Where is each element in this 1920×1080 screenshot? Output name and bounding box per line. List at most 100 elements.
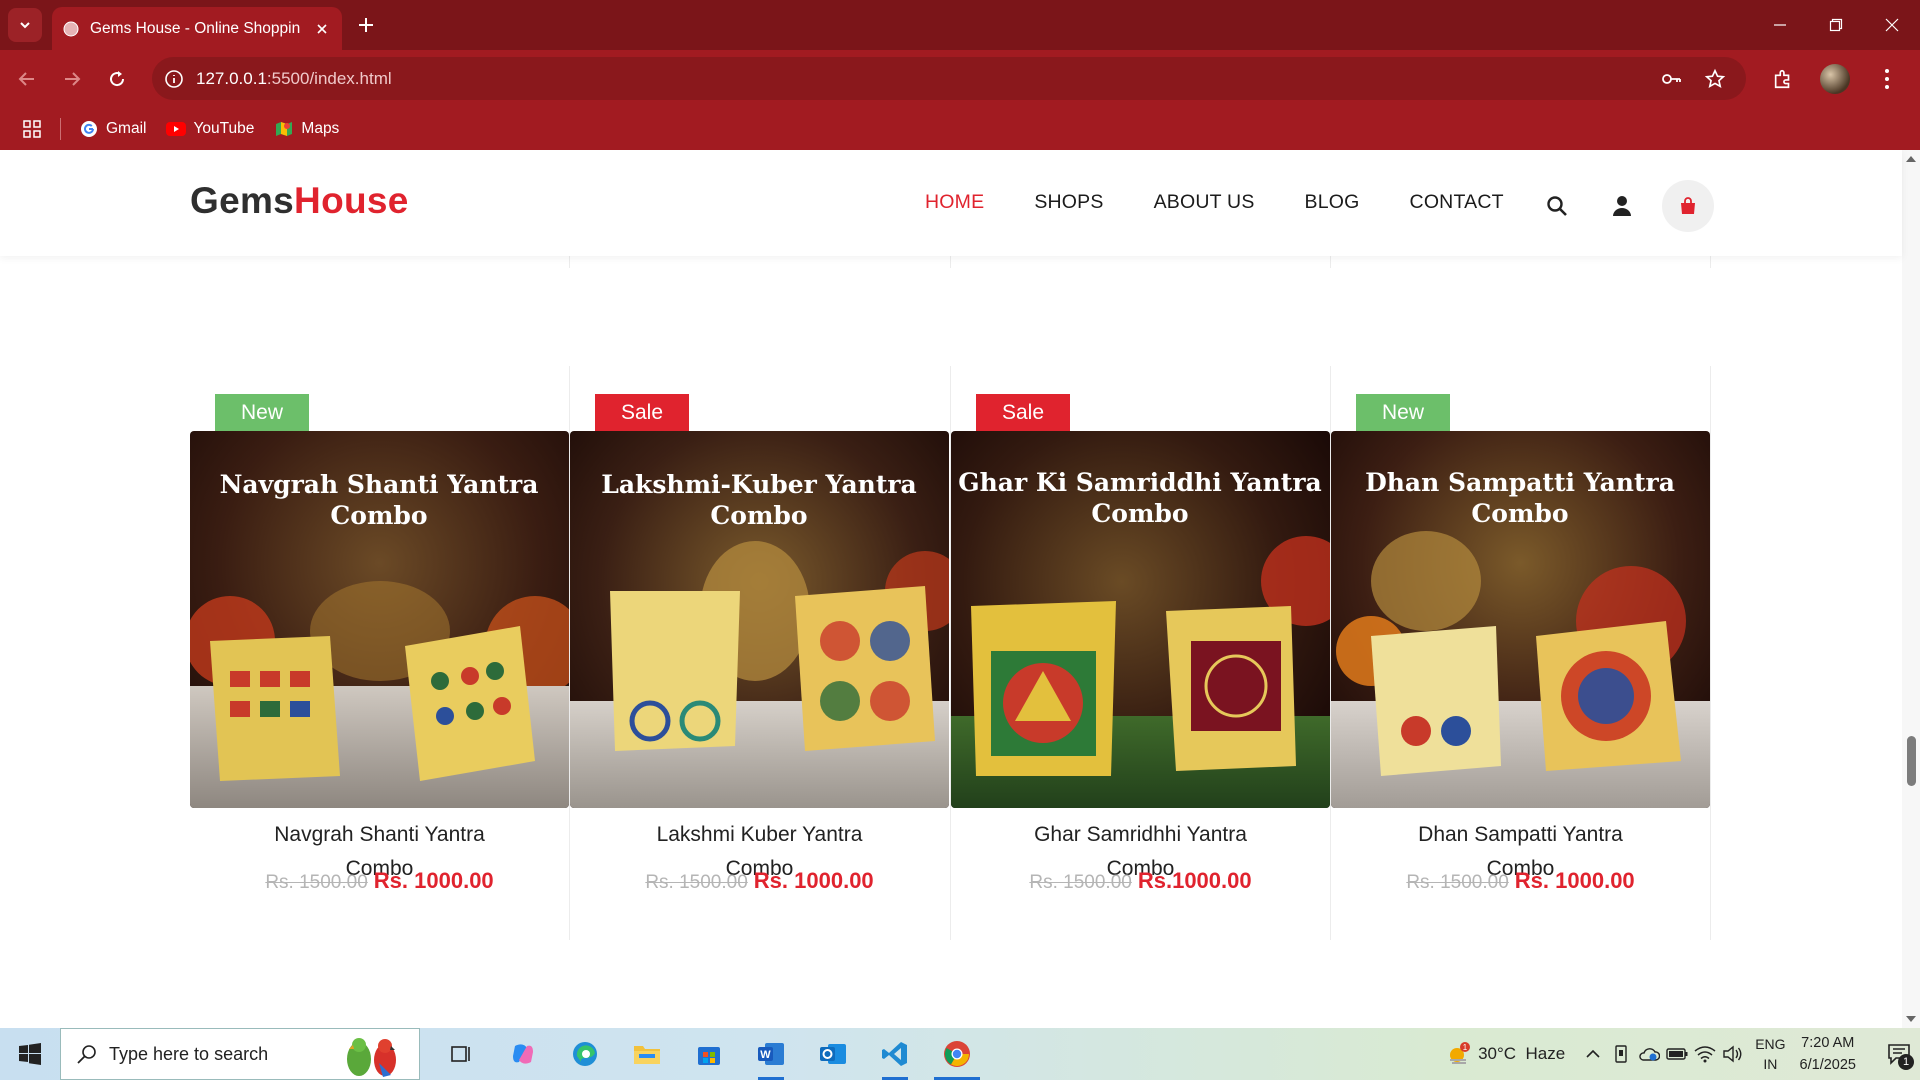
outlook-icon	[820, 1044, 846, 1064]
chrome-app[interactable]	[926, 1028, 988, 1080]
bookmark-maps[interactable]: Maps	[274, 119, 339, 139]
device-icon[interactable]	[1607, 1040, 1635, 1068]
taskbar-search[interactable]: Type here to search	[60, 1028, 420, 1080]
plus-icon	[359, 18, 373, 32]
outlook-app[interactable]	[802, 1028, 864, 1080]
search-icon[interactable]	[1537, 186, 1577, 226]
system-tray: 1 30°C Haze ENG IN 7:20 AM 6/1/2025 1	[1446, 1028, 1920, 1080]
chevron-up-icon[interactable]	[1579, 1040, 1607, 1068]
product-price: Rs. 1500.00 Rs. 1000.00	[570, 868, 949, 894]
product-price: Rs. 1500.00 Rs.1000.00	[951, 868, 1330, 894]
bookmark-star-icon[interactable]	[1702, 66, 1728, 92]
word-icon: W	[758, 1043, 784, 1065]
edge-app[interactable]	[554, 1028, 616, 1080]
notification-center-button[interactable]: 1	[1878, 1028, 1920, 1080]
old-price: Rs. 1500.00	[265, 872, 368, 893]
tab-search-button[interactable]	[8, 8, 42, 42]
sale-badge: Sale	[976, 394, 1070, 431]
bookmarks-divider	[60, 118, 61, 140]
close-tab-icon[interactable]	[312, 19, 332, 39]
svg-text:1: 1	[1463, 1043, 1468, 1052]
wifi-icon[interactable]	[1691, 1040, 1719, 1068]
profile-avatar[interactable]	[1820, 64, 1850, 94]
restore-button[interactable]	[1808, 0, 1864, 50]
scroll-thumb[interactable]	[1907, 736, 1916, 786]
battery-icon[interactable]	[1663, 1040, 1691, 1068]
browser-tab[interactable]: Gems House - Online Shopping	[52, 7, 342, 50]
image-title-line2: Combo	[1471, 499, 1568, 528]
old-price: Rs. 1500.00	[1406, 872, 1509, 893]
nav-home[interactable]: HOME	[925, 191, 984, 214]
close-icon	[1885, 18, 1899, 32]
google-icon	[79, 119, 99, 139]
bookmark-gmail[interactable]: Gmail	[79, 119, 146, 139]
back-button[interactable]	[12, 64, 42, 94]
page-scrollbar[interactable]	[1902, 150, 1920, 1028]
browser-toolbar: 127.0.0.1:5500/index.html	[0, 50, 1920, 108]
cart-bag-icon[interactable]	[1662, 180, 1714, 232]
restore-icon	[1829, 18, 1843, 32]
new-tab-button[interactable]	[352, 11, 380, 39]
scroll-down-icon[interactable]	[1906, 1016, 1916, 1022]
page-viewport: GemsHouse HOME SHOPS ABOUT US BLOG CONTA…	[0, 150, 1920, 1028]
extensions-icon[interactable]	[1768, 64, 1798, 94]
chrome-icon	[944, 1041, 970, 1067]
notification-count: 1	[1898, 1054, 1914, 1070]
globe-icon	[62, 20, 80, 38]
minimize-button[interactable]	[1752, 0, 1808, 50]
youtube-icon	[166, 119, 187, 139]
volume-icon[interactable]	[1719, 1040, 1747, 1068]
image-title-line2: Combo	[1091, 499, 1188, 528]
close-window-button[interactable]	[1864, 0, 1920, 50]
main-nav: HOME SHOPS ABOUT US BLOG CONTACT	[925, 191, 1554, 214]
nav-shops[interactable]: SHOPS	[1034, 191, 1103, 214]
password-key-icon[interactable]	[1658, 66, 1684, 92]
new-badge: New	[215, 394, 309, 431]
start-button[interactable]	[0, 1028, 60, 1080]
forward-button[interactable]	[57, 64, 87, 94]
old-price: Rs. 1500.00	[1029, 872, 1132, 893]
scroll-up-icon[interactable]	[1906, 156, 1916, 162]
more-menu-icon[interactable]	[1872, 64, 1902, 94]
product-card[interactable]: New Navgrah Shanti Yantra Combo Navgrah …	[190, 370, 569, 900]
nav-contact[interactable]: CONTACT	[1410, 191, 1504, 214]
sale-price: Rs.1000.00	[1137, 868, 1252, 893]
word-app[interactable]: W	[740, 1028, 802, 1080]
product-card[interactable]: Sale Ghar Ki Samriddhi Yantra Combo Ghar…	[951, 370, 1330, 900]
sale-price: Rs. 1000.00	[753, 868, 874, 893]
input-language[interactable]: ENG IN	[1755, 1034, 1785, 1074]
copilot-app[interactable]	[492, 1028, 554, 1080]
file-explorer-app[interactable]	[616, 1028, 678, 1080]
address-bar[interactable]: 127.0.0.1:5500/index.html	[152, 57, 1746, 100]
site-logo[interactable]: GemsHouse	[190, 180, 409, 222]
reload-icon	[110, 71, 125, 87]
image-title-line1: Navgrah Shanti Yantra	[220, 470, 539, 499]
vscode-app[interactable]	[864, 1028, 926, 1080]
nav-about-us[interactable]: ABOUT US	[1154, 191, 1255, 214]
task-view-button[interactable]	[430, 1028, 492, 1080]
product-card[interactable]: Sale Lakshmi-Kuber Yantra Combo Lakshmi …	[570, 370, 949, 900]
svg-text:W: W	[760, 1049, 771, 1061]
product-card[interactable]: New Dhan Sampatti Yantra Combo Dhan Samp…	[1331, 370, 1710, 900]
sale-price: Rs. 1000.00	[373, 868, 494, 893]
store-app[interactable]	[678, 1028, 740, 1080]
clock[interactable]: 7:20 AM 6/1/2025	[1800, 1032, 1856, 1076]
product-image[interactable]: Dhan Sampatti Yantra Combo	[1331, 431, 1710, 808]
nav-blog[interactable]: BLOG	[1305, 191, 1360, 214]
site-info-icon[interactable]	[162, 67, 186, 91]
tab-title: Gems House - Online Shopping	[90, 19, 300, 37]
edge-icon	[573, 1042, 597, 1066]
copilot-icon	[513, 1044, 533, 1064]
reload-button[interactable]	[102, 64, 132, 94]
onedrive-icon[interactable]	[1635, 1040, 1663, 1068]
product-image[interactable]: Ghar Ki Samriddhi Yantra Combo	[951, 431, 1330, 808]
product-image[interactable]: Lakshmi-Kuber Yantra Combo	[570, 431, 949, 808]
product-price: Rs. 1500.00 Rs. 1000.00	[190, 868, 569, 894]
user-icon[interactable]	[1602, 186, 1642, 226]
apps-grid-icon[interactable]	[20, 117, 44, 141]
product-image[interactable]: Navgrah Shanti Yantra Combo	[190, 431, 569, 808]
bookmark-youtube[interactable]: YouTube	[166, 119, 254, 139]
sale-badge: Sale	[595, 394, 689, 431]
weather-widget[interactable]: 1 30°C Haze	[1446, 1041, 1565, 1067]
weather-alert-icon: 1	[1446, 1041, 1472, 1067]
